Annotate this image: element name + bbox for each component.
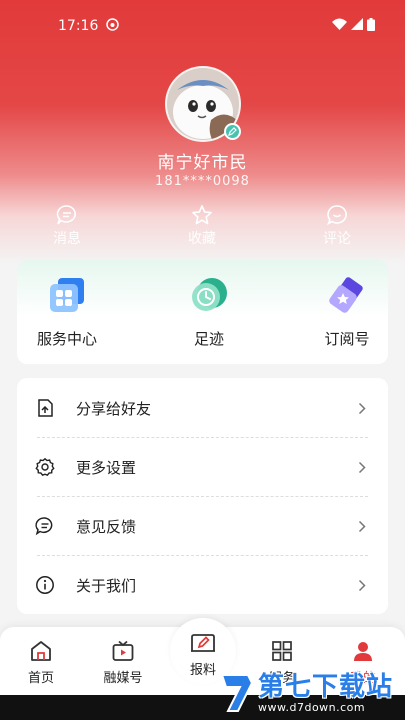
chevron-right-icon	[358, 577, 366, 596]
quick-action-favorites[interactable]: 收藏	[167, 204, 237, 248]
tab-label: 报料	[189, 663, 216, 678]
menu-item-label: 意见反馈	[76, 518, 137, 536]
message-icon	[56, 205, 76, 225]
signal-icon	[351, 18, 363, 34]
quick-actions: 消息 收藏 评论	[0, 204, 405, 250]
grid-icon	[272, 641, 292, 661]
watermark-logo-icon	[218, 671, 256, 715]
menu-item-label: 分享给好友	[76, 400, 152, 418]
tab-label: 融媒号	[103, 671, 143, 686]
chevron-right-icon	[358, 518, 366, 537]
tab-label: 首页	[27, 671, 54, 686]
watermark-title: 第七下载站	[258, 671, 394, 702]
quick-action-messages[interactable]: 消息	[32, 204, 102, 248]
nickname[interactable]: 南宁好市民	[0, 148, 405, 173]
service-center[interactable]: 服务中心	[17, 276, 117, 349]
comment-icon	[327, 205, 347, 226]
info-icon	[35, 575, 55, 595]
chevron-right-icon	[358, 400, 366, 419]
service-subscriptions[interactable]: 订阅号	[297, 276, 397, 349]
quick-action-comments[interactable]: 评论	[302, 204, 372, 248]
menu-card: 分享给好友 更多设置 意见反馈 关于我们	[17, 378, 388, 614]
report-icon	[191, 634, 215, 652]
watermark-url: www.d7down.com	[258, 700, 366, 714]
quick-action-label: 消息	[53, 231, 81, 247]
watermark: 第七下载站 www.d7down.com	[218, 666, 405, 720]
subscription-icon	[326, 276, 368, 316]
menu-item-about[interactable]: 关于我们	[17, 555, 388, 614]
tab-media[interactable]: 融媒号	[93, 639, 153, 686]
tab-home[interactable]: 首页	[11, 639, 71, 686]
chevron-right-icon	[358, 459, 366, 478]
notification-icon	[106, 17, 120, 35]
feedback-icon	[35, 516, 55, 536]
service-label: 服务中心	[36, 330, 97, 348]
quick-action-label: 评论	[323, 231, 351, 247]
phone-number: 181****0098	[155, 174, 250, 189]
tv-icon	[112, 640, 134, 661]
star-icon	[192, 205, 212, 225]
edit-avatar-icon[interactable]	[224, 123, 241, 140]
menu-item-label: 关于我们	[76, 577, 137, 595]
person-icon	[354, 642, 372, 661]
service-center-icon	[46, 276, 88, 316]
status-time: 17:16	[58, 18, 99, 34]
wifi-icon	[332, 18, 347, 34]
footprint-clock-icon	[188, 276, 230, 316]
share-icon	[35, 398, 55, 418]
menu-item-feedback[interactable]: 意见反馈	[17, 496, 388, 555]
battery-icon	[367, 17, 375, 35]
service-label: 订阅号	[324, 330, 370, 348]
settings-icon	[35, 457, 55, 477]
service-label: 足迹	[193, 330, 224, 348]
service-footprint[interactable]: 足迹	[159, 276, 259, 349]
status-bar: 17:16	[0, 0, 405, 52]
quick-action-label: 收藏	[188, 231, 216, 247]
menu-item-settings[interactable]: 更多设置	[17, 437, 388, 496]
home-icon	[31, 641, 51, 661]
menu-item-share[interactable]: 分享给好友	[17, 378, 388, 437]
menu-item-label: 更多设置	[76, 459, 137, 477]
watermark-text: 第七下载站 www.d7down.com	[258, 673, 393, 714]
services-card: 服务中心 足迹 订阅号	[17, 260, 388, 364]
